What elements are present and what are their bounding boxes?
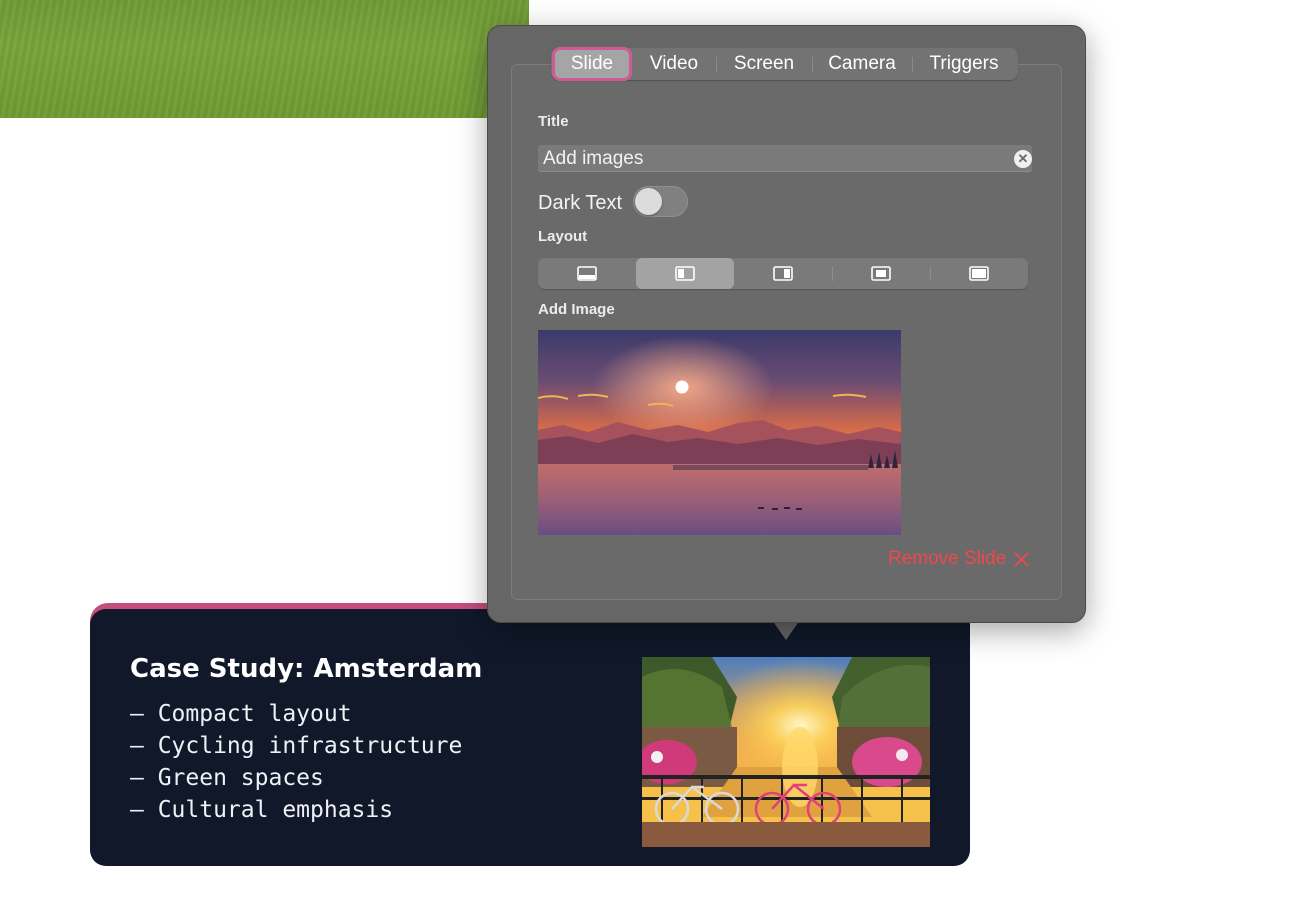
- remove-slide-button[interactable]: Remove Slide: [888, 548, 1029, 570]
- slide-title: Case Study: Amsterdam: [130, 654, 483, 684]
- dark-text-label: Dark Text: [538, 192, 623, 214]
- remove-slide-label: Remove Slide: [888, 548, 1007, 569]
- left-panel-icon: [675, 266, 695, 281]
- tab-video[interactable]: Video: [632, 48, 716, 80]
- right-panel-icon: [773, 266, 793, 281]
- bullet-item: – Cycling infrastructure: [130, 733, 463, 759]
- popover-pointer: [772, 620, 800, 640]
- bullet-item: – Green spaces: [130, 765, 324, 791]
- tab-slide[interactable]: Slide: [552, 47, 632, 81]
- slide-settings-popover: Slide Video Screen Camera Triggers Title…: [487, 25, 1086, 623]
- tab-camera[interactable]: Camera: [812, 48, 912, 80]
- slide-card[interactable]: Case Study: Amsterdam – Compact layout –…: [90, 609, 970, 866]
- sunset-lake-image-thumbnail[interactable]: [538, 330, 901, 535]
- layout-option-center-box[interactable]: [832, 258, 930, 289]
- center-box-icon: [871, 266, 891, 281]
- bottom-banner-icon: [577, 266, 597, 281]
- layout-option-bottom-banner[interactable]: [538, 258, 636, 289]
- clear-icon[interactable]: ✕: [1014, 150, 1032, 168]
- tab-screen[interactable]: Screen: [716, 48, 812, 80]
- dark-text-toggle[interactable]: [633, 186, 688, 217]
- full-frame-icon: [969, 266, 989, 281]
- layout-option-full-frame[interactable]: [930, 258, 1028, 289]
- background-grass-image: [0, 0, 529, 118]
- title-input[interactable]: [543, 145, 1003, 172]
- layout-segmented-control: [538, 258, 1028, 289]
- tab-triggers[interactable]: Triggers: [912, 48, 1016, 80]
- layout-option-right-panel[interactable]: [734, 258, 832, 289]
- toggle-knob: [635, 188, 662, 215]
- add-image-label: Add Image: [538, 301, 615, 318]
- layout-option-left-panel[interactable]: [636, 258, 734, 289]
- bullet-item: – Cultural emphasis: [130, 797, 394, 823]
- tab-bar: Slide Video Screen Camera Triggers: [551, 47, 1018, 81]
- bullet-item: – Compact layout: [130, 701, 352, 727]
- amsterdam-canal-photo: [642, 657, 930, 847]
- slide-bullets: – Compact layout – Cycling infrastructur…: [130, 698, 462, 826]
- title-field[interactable]: ✕: [538, 145, 1032, 172]
- close-icon: [1014, 551, 1029, 567]
- title-label: Title: [538, 113, 569, 130]
- layout-label: Layout: [538, 228, 588, 245]
